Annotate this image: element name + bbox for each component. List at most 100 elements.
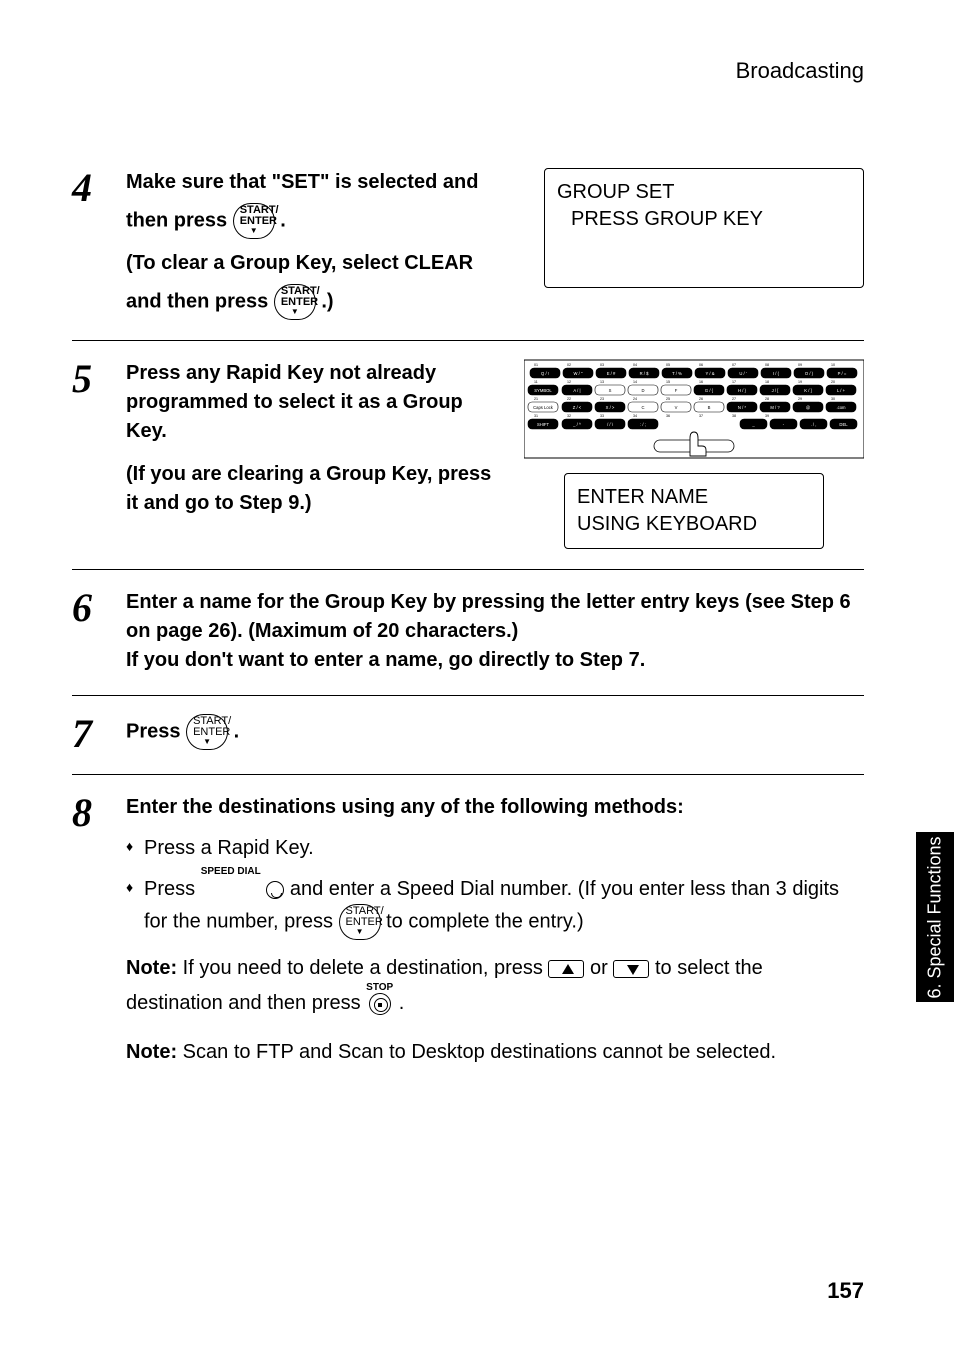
svg-text:26: 26 xyxy=(699,397,703,401)
chapter-side-tab: 6. Special Functions xyxy=(916,832,954,1002)
svg-text:U / ': U / ' xyxy=(739,371,747,376)
text: to complete the entry.) xyxy=(386,910,584,932)
svg-text:09: 09 xyxy=(798,363,802,367)
svg-text:B: B xyxy=(708,405,711,410)
svg-text:30: 30 xyxy=(831,397,835,401)
text: or xyxy=(590,957,613,979)
svg-text:Y / &: Y / & xyxy=(705,371,714,376)
svg-text:N / *: N / * xyxy=(738,405,747,410)
svg-text:D: D xyxy=(641,388,644,393)
display-line: PRESS GROUP KEY xyxy=(557,206,851,233)
step4-clear-line1: (To clear a Group Key, select CLEAR xyxy=(126,249,520,278)
svg-text:25: 25 xyxy=(666,397,670,401)
svg-text:R / $: R / $ xyxy=(640,371,650,376)
down-arrow-button-icon xyxy=(613,960,649,978)
svg-text:17: 17 xyxy=(732,380,736,384)
svg-text:I / (: I / ( xyxy=(773,371,780,376)
svg-text:_ / ^: _ / ^ xyxy=(572,422,581,427)
svg-text:33: 33 xyxy=(600,414,604,418)
svg-text:07: 07 xyxy=(732,363,736,367)
svg-text:04: 04 xyxy=(633,363,637,367)
step-number: 7 xyxy=(72,714,126,754)
text: and then press xyxy=(126,290,274,312)
svg-text:38: 38 xyxy=(732,414,736,418)
svg-text:02: 02 xyxy=(567,363,571,367)
svg-text:@: @ xyxy=(806,405,810,410)
text: then press xyxy=(126,209,233,231)
display-line: USING KEYBOARD xyxy=(577,511,811,538)
display-line: ENTER NAME xyxy=(577,484,811,511)
svg-text:.com: .com xyxy=(836,405,846,410)
svg-text:11: 11 xyxy=(534,380,538,384)
svg-text:E / #: E / # xyxy=(607,371,616,376)
svg-text:10: 10 xyxy=(831,363,835,367)
text: .) xyxy=(321,290,333,312)
svg-text:. / ,: . / , xyxy=(811,422,817,427)
svg-text:18: 18 xyxy=(765,380,769,384)
keyboard-diagram: 01020304050607080910Q / !W / "E / #R / $… xyxy=(524,359,864,459)
svg-text:37: 37 xyxy=(699,414,703,418)
svg-text:A / |: A / | xyxy=(573,388,580,393)
svg-text:36: 36 xyxy=(666,414,670,418)
svg-text:14: 14 xyxy=(633,380,637,384)
step-number: 6 xyxy=(72,588,126,628)
stop-label: STOP xyxy=(366,983,393,993)
svg-text:G / {: G / { xyxy=(705,388,714,393)
display-line: GROUP SET xyxy=(557,179,851,206)
page-number: 157 xyxy=(827,1278,864,1304)
step-number: 8 xyxy=(72,793,126,833)
step8-heading: Enter the destinations using any of the … xyxy=(126,793,864,822)
start-enter-button-icon: START/ ENTER ▼ xyxy=(186,714,228,750)
svg-text:27: 27 xyxy=(732,397,736,401)
svg-text:M / ?: M / ? xyxy=(770,405,780,410)
note-scan-restriction: Note: Scan to FTP and Scan to Desktop de… xyxy=(126,1038,864,1067)
svg-text:03: 03 xyxy=(600,363,604,367)
icon-label-bottom: ENTER xyxy=(346,916,383,928)
svg-text:34: 34 xyxy=(633,414,637,418)
svg-text:22: 22 xyxy=(567,397,571,401)
step5-p2: (If you are clearing a Group Key, press … xyxy=(126,460,500,518)
speed-dial-label: SPEED DIAL xyxy=(201,866,261,877)
svg-text:01: 01 xyxy=(534,363,538,367)
step5-p1: Press any Rapid Key not already programm… xyxy=(126,359,500,446)
svg-text:15: 15 xyxy=(666,380,670,384)
svg-text:J / [: J / [ xyxy=(772,388,780,393)
svg-text:06: 06 xyxy=(699,363,703,367)
svg-text:Z / <: Z / < xyxy=(573,405,582,410)
speed-dial-button-icon xyxy=(266,881,284,899)
step6-p1: Enter a name for the Group Key by pressi… xyxy=(126,588,864,646)
step-5: 5 Press any Rapid Key not already progra… xyxy=(72,341,864,570)
start-enter-button-icon: START/ ENTER ▼ xyxy=(233,203,275,239)
step-4: 4 Make sure that "SET" is selected and t… xyxy=(72,150,864,341)
svg-text:H / }: H / } xyxy=(738,388,747,393)
svg-text:Q / !: Q / ! xyxy=(541,371,549,376)
svg-text:S: S xyxy=(609,388,612,393)
note-label: Note: xyxy=(126,1041,177,1063)
svg-text:V: V xyxy=(675,405,678,410)
svg-text:C: C xyxy=(641,405,644,410)
svg-text:O / ): O / ) xyxy=(805,371,814,376)
bullet-speed-dial: Press SPEED DIAL and enter a Speed Dial … xyxy=(144,875,864,940)
step-number: 4 xyxy=(72,168,126,208)
svg-text:Caps Lock: Caps Lock xyxy=(533,405,554,410)
svg-text:31: 31 xyxy=(534,414,538,418)
side-tab-label: 6. Special Functions xyxy=(925,836,946,998)
svg-text:21: 21 xyxy=(534,397,538,401)
icon-label-bottom: ENTER xyxy=(281,296,318,308)
svg-text:SYMBOL: SYMBOL xyxy=(534,388,552,393)
svg-text:: / ;: : / ; xyxy=(640,422,646,427)
svg-text:39: 39 xyxy=(765,414,769,418)
svg-text:08: 08 xyxy=(765,363,769,367)
text: Make sure that "SET" is selected and xyxy=(126,171,478,193)
svg-text:19: 19 xyxy=(798,380,802,384)
svg-text:20: 20 xyxy=(831,380,835,384)
note-label: Note: xyxy=(126,957,177,979)
step-7: 7 Press START/ ENTER ▼ . xyxy=(72,696,864,775)
step6-p2: If you don't want to enter a name, go di… xyxy=(126,646,864,675)
svg-text:23: 23 xyxy=(600,397,604,401)
text: . xyxy=(234,720,240,742)
up-arrow-button-icon xyxy=(548,960,584,978)
bullet-rapid-key: Press a Rapid Key. xyxy=(144,834,864,863)
text: Scan to FTP and Scan to Desktop destinat… xyxy=(183,1041,776,1063)
text: . xyxy=(280,209,286,231)
